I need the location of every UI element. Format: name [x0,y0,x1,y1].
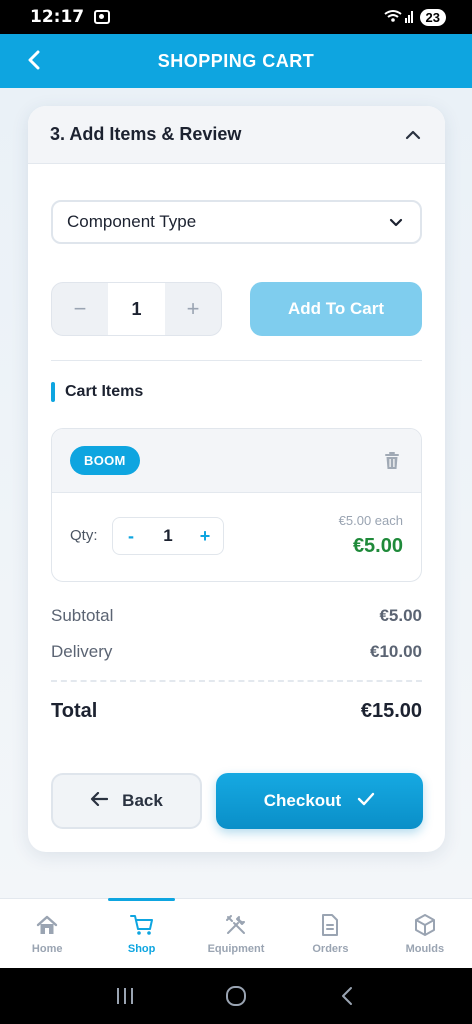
item-increment-button[interactable]: + [187,526,223,547]
unit-price: €5.00 each [338,513,403,528]
recent-apps-icon[interactable] [110,981,140,1011]
chevron-down-icon [386,212,406,232]
nav-item-moulds[interactable]: Moulds [378,899,472,968]
subtotal-value: €5.00 [379,606,422,625]
back-button[interactable]: Back [51,773,202,829]
nav-label-orders: Orders [312,942,349,955]
page-title: SHOPPING CART [157,50,315,71]
delivery-value: €10.00 [370,642,422,661]
home-icon [35,913,59,937]
component-type-select[interactable]: Component Type [51,200,422,244]
summary-divider [51,680,422,682]
cart-item: BOOM Qty: - 1 + €5.00 each €5.00 [51,428,422,582]
back-arrow-icon[interactable] [20,46,48,74]
cart-items-label: Cart Items [65,383,144,400]
chevron-up-icon[interactable] [403,125,423,145]
divider [51,360,422,361]
decrement-button[interactable]: − [52,283,108,335]
cart-icon [129,913,154,937]
subtotal-row: Subtotal €5.00 [51,606,422,626]
battery-indicator: 23 [419,8,446,26]
document-icon [318,913,342,937]
nav-label-moulds: Moulds [405,942,445,955]
total-row: Total €15.00 [51,700,422,723]
quantity-value[interactable]: 1 [108,283,165,335]
item-quantity-stepper: - 1 + [112,517,224,555]
checkout-step-card: 3. Add Items & Review Component Type − 1… [28,106,445,852]
checkout-button-label: Checkout [263,791,342,810]
item-decrement-button[interactable]: - [113,526,149,547]
status-bar: 12:17 23 [0,0,472,34]
nav-item-equipment[interactable]: Equipment [189,899,283,968]
quantity-stepper: − 1 + [51,282,222,336]
add-to-cart-button[interactable]: Add To Cart [250,282,422,336]
nav-label-shop: Shop [127,942,156,955]
system-back-icon[interactable] [332,981,362,1011]
bottom-nav: Home Shop Equipment Orders Moulds [0,898,472,968]
system-nav-bar [0,968,472,1024]
subtotal-label: Subtotal [51,606,114,625]
total-label: Total [51,700,98,722]
arrow-left-icon [90,791,109,811]
increment-button[interactable]: + [165,283,221,335]
cube-icon [413,913,437,937]
status-time: 12:17 [30,7,85,27]
nav-item-shop[interactable]: Shop [94,898,188,968]
cart-item-header: BOOM [52,429,421,493]
back-button-label: Back [122,791,163,810]
cart-item-body: Qty: - 1 + €5.00 each €5.00 [52,493,421,581]
step-title: 3. Add Items & Review [50,124,242,144]
screen-record-icon [94,10,111,24]
active-tab-indicator [108,898,175,901]
item-quantity-value: 1 [163,526,173,545]
select-value: Component Type [67,212,197,231]
checkout-button[interactable]: Checkout [216,773,423,829]
status-right: 23 [383,8,446,26]
item-type-badge: BOOM [70,446,140,475]
wifi-icon [383,9,414,26]
line-total: €5.00 [352,535,403,557]
home-circle-icon[interactable] [221,981,251,1011]
nav-label-home: Home [31,942,63,955]
checkmark-icon [357,791,375,811]
nav-label-equipment: Equipment [207,942,265,955]
delivery-label: Delivery [51,642,113,661]
qty-label: Qty: [70,527,98,544]
step-header[interactable]: 3. Add Items & Review [28,106,445,164]
cart-items-heading: Cart Items [51,382,143,402]
app-header: SHOPPING CART [0,34,472,88]
trash-icon[interactable] [381,450,403,472]
total-value: €15.00 [360,700,422,722]
nav-item-home[interactable]: Home [0,899,94,968]
tools-icon [224,913,248,937]
nav-item-orders[interactable]: Orders [283,899,377,968]
delivery-row: Delivery €10.00 [51,642,422,662]
heading-accent-bar [51,382,55,402]
